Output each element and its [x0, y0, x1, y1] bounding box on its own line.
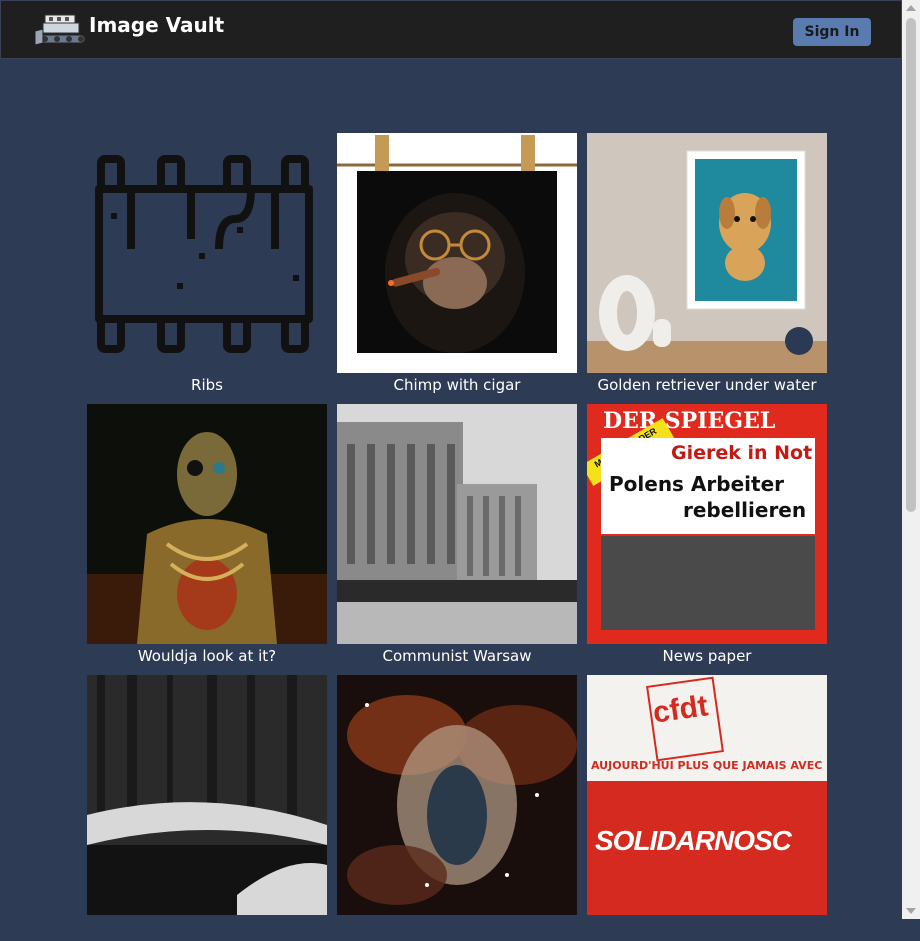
top-bar: Image Vault Sign In	[0, 0, 902, 59]
headline-2: Polens Arbeiter	[609, 472, 784, 496]
app-title: Image Vault	[89, 13, 225, 37]
image-caption: News paper	[662, 647, 752, 665]
image-caption: Ribs	[191, 376, 223, 394]
image-caption	[587, 917, 827, 941]
gallery-item-warsaw[interactable]: Communist Warsaw	[337, 404, 577, 670]
image-newspaper[interactable]: DER SPIEGEL MEDIZIN IN DER KRISE Gierek …	[587, 404, 827, 644]
gallery-item-golden-retriever[interactable]: Golden retriever under water	[587, 133, 827, 399]
image-caption: Wouldja look at it?	[137, 647, 277, 665]
gallery-item-newspaper[interactable]: DER SPIEGEL MEDIZIN IN DER KRISE Gierek …	[587, 404, 827, 670]
gallery-item-ribs[interactable]: Ribs	[87, 133, 327, 399]
scroll-up-arrow-icon[interactable]	[906, 5, 916, 11]
image-caption	[87, 917, 327, 941]
image-caption: Chimp with cigar	[393, 376, 521, 394]
poster-title: SOLIDARNOSC	[595, 825, 792, 856]
headline-3: rebellieren	[683, 498, 807, 522]
sign-in-button[interactable]: Sign In	[793, 18, 871, 46]
image-caption: Communist Warsaw	[382, 647, 532, 665]
gallery-item-forest[interactable]	[87, 675, 327, 941]
image-caption: Golden retriever under water	[597, 376, 817, 394]
magazine-title: DER SPIEGEL	[603, 408, 776, 434]
image-warsaw[interactable]	[337, 404, 577, 644]
image-creature[interactable]	[87, 404, 327, 644]
image-solidarnosc[interactable]: cfdt AUJOURD'HUI PLUS QUE JAMAIS AVEC SO…	[587, 675, 827, 915]
image-caption	[337, 917, 577, 941]
image-golden-retriever[interactable]	[587, 133, 827, 373]
gallery-item-chimp[interactable]: Chimp with cigar	[337, 133, 577, 399]
ribs-icon	[87, 133, 327, 373]
image-chimp[interactable]	[337, 133, 577, 373]
image-forest[interactable]	[87, 675, 327, 915]
gallery-item-creature[interactable]: Wouldja look at it?	[87, 404, 327, 670]
gallery-item-solidarnosc[interactable]: cfdt AUJOURD'HUI PLUS QUE JAMAIS AVEC SO…	[587, 675, 827, 941]
headline-1: Gierek in Not	[671, 442, 813, 464]
image-nebula[interactable]	[337, 675, 577, 915]
vertical-scrollbar[interactable]	[902, 0, 920, 919]
scrollbar-thumb[interactable]	[906, 18, 916, 512]
scroll-down-arrow-icon[interactable]	[906, 908, 916, 914]
poster-subtitle: AUJOURD'HUI PLUS QUE JAMAIS AVEC	[591, 759, 823, 772]
gallery-item-nebula[interactable]	[337, 675, 577, 941]
image-ribs[interactable]	[87, 133, 327, 373]
server-bulldozer-icon[interactable]	[35, 11, 91, 51]
